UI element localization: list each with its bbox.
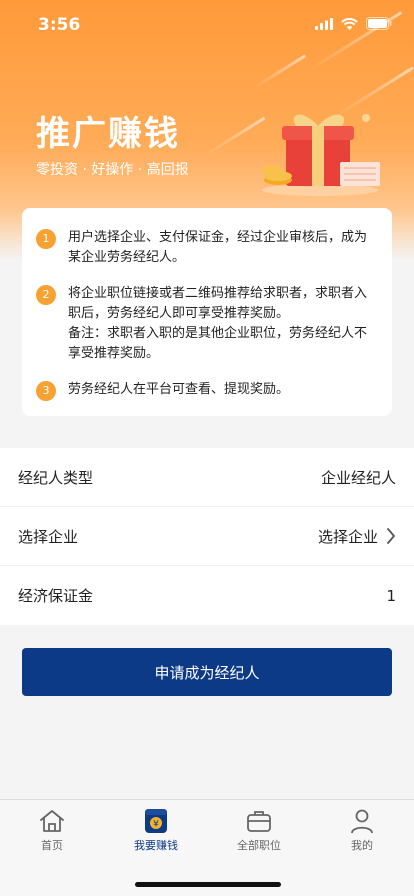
tab-earn-money-label: 我要赚钱 (134, 839, 178, 852)
wifi-icon (341, 17, 358, 30)
step-number-badge: 3 (36, 381, 56, 401)
signal-icon (315, 17, 333, 30)
instructions-card: 1 用户选择企业、支付保证金，经过企业审核后，成为某企业劳务经纪人。 2 将企业… (22, 208, 392, 416)
step-number-badge: 2 (36, 285, 56, 305)
tab-earn-money[interactable]: ¥ 我要赚钱 (116, 808, 196, 853)
tab-home[interactable]: 首页 (12, 808, 92, 853)
step-text: 将企业职位链接或者二维码推荐给求职者，求职者入职后，劳务经纪人即可享受推荐奖励。 (68, 286, 368, 321)
tab-mine-label: 我的 (351, 839, 373, 852)
deposit-row: 经济保证金 1 (0, 566, 414, 625)
svg-text:¥: ¥ (153, 820, 159, 830)
hero-title: 推广赚钱 (36, 114, 180, 154)
tab-all-jobs[interactable]: 全部职位 (219, 808, 299, 853)
user-icon (351, 809, 373, 834)
tab-all-jobs-label: 全部职位 (237, 839, 281, 852)
step-number-badge: 1 (36, 229, 56, 249)
broker-type-value: 企业经纪人 (320, 468, 396, 487)
step-item: 3 劳务经纪人在平台可查看、提现奖励。 (36, 380, 376, 401)
step-item: 1 用户选择企业、支付保证金，经过企业审核后，成为某企业劳务经纪人。 (36, 228, 376, 268)
apply-broker-button[interactable]: 申请成为经纪人 (22, 648, 392, 696)
chevron-right-icon (387, 528, 395, 544)
tab-mine[interactable]: 我的 (322, 808, 402, 853)
broker-type-row[interactable]: 经纪人类型 企业经纪人 (0, 448, 414, 507)
hero-subtitle: 零投资 · 好操作 · 高回报 (36, 162, 189, 178)
select-company-label: 选择企业 (18, 527, 79, 546)
home-indicator (135, 882, 281, 887)
briefcase-icon (247, 811, 271, 832)
broker-form: 经纪人类型 企业经纪人 选择企业 选择企业 经济保证金 1 (0, 448, 414, 625)
step-item: 2 将企业职位链接或者二维码推荐给求职者，求职者入职后，劳务经纪人即可享受推荐奖… (36, 284, 376, 364)
step-note: 备注：求职者入职的是其他企业职位，劳务经纪人不享受推荐奖励。 (68, 326, 368, 361)
step-text: 用户选择企业、支付保证金，经过企业审核后，成为某企业劳务经纪人。 (68, 230, 368, 265)
broker-type-label: 经纪人类型 (18, 468, 94, 487)
select-company-row[interactable]: 选择企业 选择企业 (0, 507, 414, 566)
deposit-label: 经济保证金 (18, 587, 94, 605)
deposit-value: 1 (386, 586, 396, 605)
home-icon (40, 810, 64, 832)
wallet-icon: ¥ (145, 809, 167, 833)
select-company-value: 选择企业 (317, 527, 378, 546)
status-bar: 3:56 (0, 0, 414, 48)
gift-box-illustration (262, 114, 380, 196)
step-text: 劳务经纪人在平台可查看、提现奖励。 (68, 382, 290, 397)
status-time: 3:56 (38, 15, 81, 35)
tab-home-label: 首页 (41, 839, 63, 852)
battery-icon (366, 17, 392, 30)
